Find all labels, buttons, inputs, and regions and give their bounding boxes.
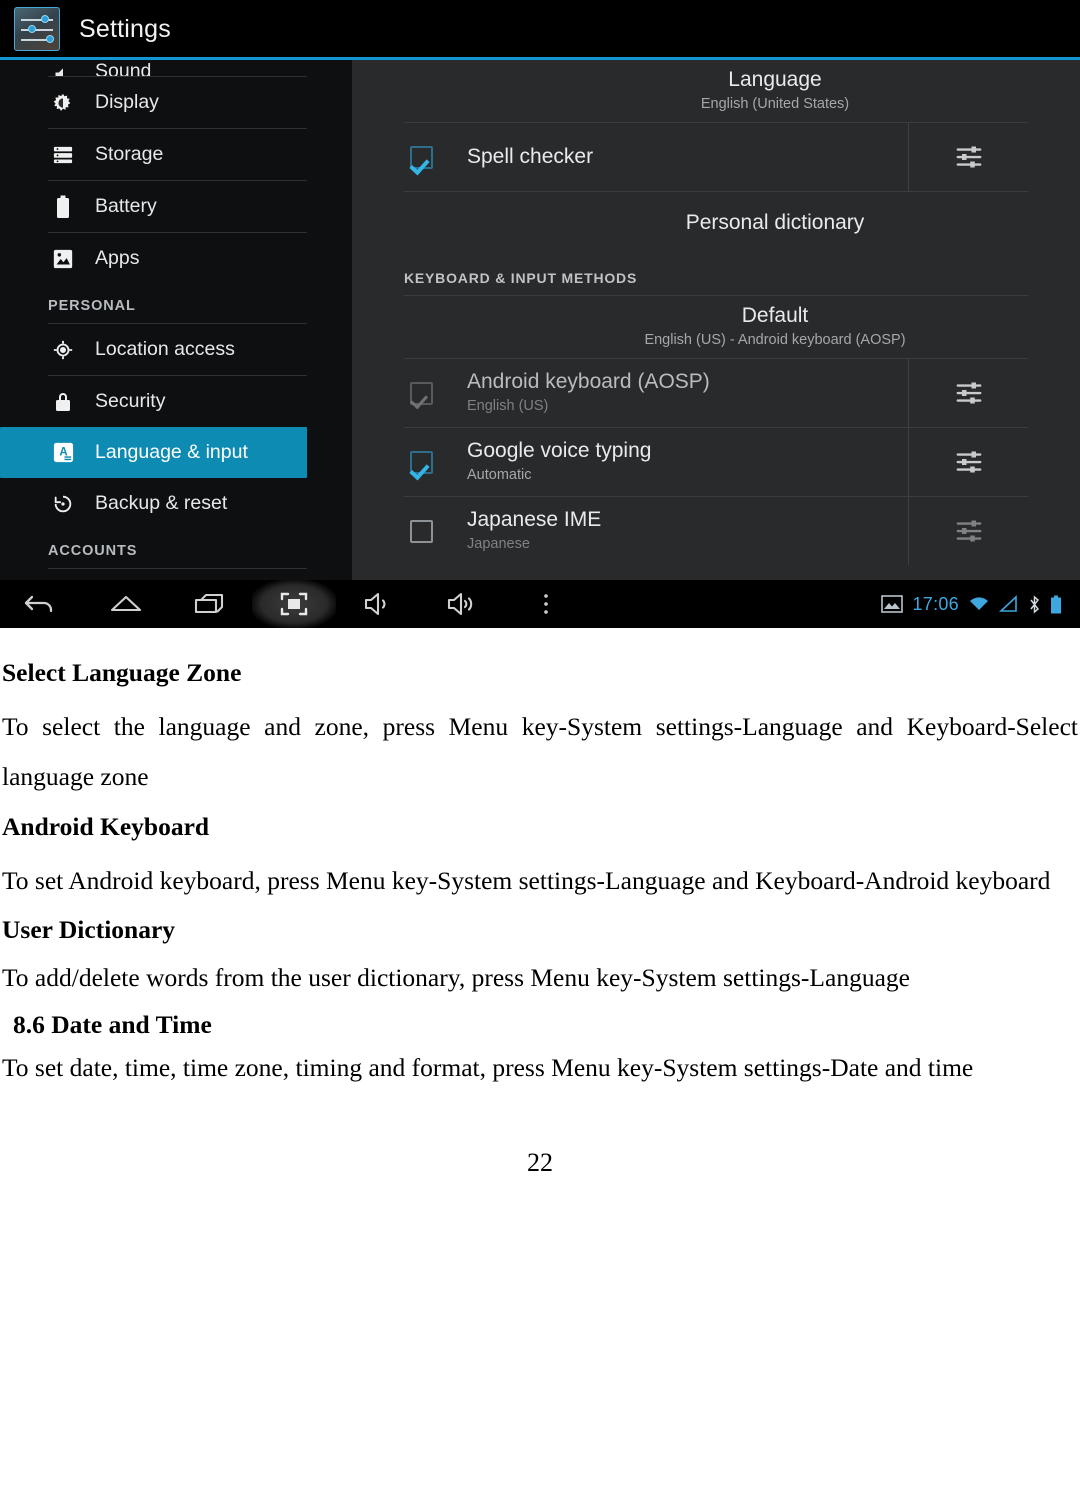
recents-icon[interactable]	[168, 580, 252, 628]
app-title: Settings	[79, 14, 171, 43]
language-and-input-panel: Language English (United States) Spell c…	[352, 60, 1080, 580]
google-voice-typing-checkbox[interactable]	[410, 450, 433, 474]
japanese-ime-checkbox[interactable]	[410, 519, 433, 543]
row-subtitle: Automatic	[467, 467, 532, 484]
storage-icon	[48, 140, 78, 170]
row-title: Android keyboard (AOSP)	[467, 370, 710, 394]
sidebar-item-label: Backup & reset	[95, 492, 228, 514]
row-language[interactable]: Language English (United States)	[352, 60, 1080, 122]
clock: 17:06	[912, 593, 959, 614]
battery-icon	[48, 192, 78, 222]
app-title-bar: Settings	[0, 0, 1080, 58]
row-subtitle: English (US)	[467, 398, 549, 415]
backup-icon	[48, 489, 78, 519]
sidebar-section-accounts: ACCOUNTS	[48, 543, 138, 559]
row-personal-dictionary[interactable]: Personal dictionary	[352, 192, 1080, 254]
row-title: Japanese IME	[467, 508, 602, 532]
row-title: Personal dictionary	[685, 211, 865, 235]
wifi-icon	[970, 597, 988, 610]
sidebar-item-label: Sound	[95, 60, 152, 76]
section-keyboard-and-input-methods: KEYBOARD & INPUT METHODS	[404, 270, 638, 286]
row-subtitle: Japanese	[467, 536, 530, 553]
numbered-section-heading: 8.6 Date and Time	[13, 1010, 212, 1040]
equalizer-icon	[956, 451, 981, 473]
japanese-ime-settings-button[interactable]	[908, 497, 1028, 565]
sidebar-item-label: Language & input	[95, 441, 248, 463]
bluetooth-icon	[1030, 594, 1040, 614]
section-paragraph: To add/delete words from the user dictio…	[2, 963, 910, 993]
section-paragraph: To select the language and zone, press M…	[2, 712, 1078, 791]
section-heading: User Dictionary	[2, 915, 176, 945]
manual-body: Select Language Zone To select the langu…	[0, 628, 1080, 1178]
screenshot-icon[interactable]	[252, 580, 336, 628]
settings-sliders-icon	[14, 7, 60, 51]
language-icon: A	[48, 438, 78, 468]
lock-icon	[48, 387, 78, 417]
sidebar-item-battery[interactable]: Battery	[0, 181, 352, 232]
android-settings-screenshot: Settings Sound Display Storage Battery A…	[0, 0, 1080, 628]
row-title: Language	[728, 68, 822, 92]
android-navigation-bar[interactable]: 17:06	[0, 580, 1080, 628]
location-icon	[48, 335, 78, 365]
row-subtitle: English (US) - Android keyboard (AOSP)	[644, 332, 906, 349]
spell-checker-checkbox[interactable]	[410, 145, 433, 169]
sidebar-item-label: Storage	[95, 143, 164, 165]
divider	[48, 568, 307, 569]
sidebar-item-apps[interactable]: Apps	[0, 233, 352, 284]
back-icon[interactable]	[0, 580, 84, 628]
row-google-voice-typing[interactable]: Google voice typing Automatic	[352, 428, 1080, 496]
row-spell-checker[interactable]: Spell checker	[352, 123, 1080, 191]
image-icon	[881, 595, 904, 613]
page-number: 22	[527, 1148, 553, 1178]
sidebar-item-language-and-input[interactable]: A Language & input	[0, 427, 307, 478]
row-title: Spell checker	[467, 145, 594, 169]
sidebar-item-sound[interactable]: Sound	[0, 60, 352, 76]
section-heading: Select Language Zone	[2, 658, 242, 687]
section-heading: Android Keyboard	[2, 811, 210, 841]
sidebar-item-storage[interactable]: Storage	[0, 129, 352, 180]
signal-icon	[999, 595, 1017, 612]
volume-down-icon[interactable]	[336, 580, 420, 628]
section-paragraph: To set Android keyboard, press Menu key-…	[2, 865, 1051, 895]
sidebar-item-location-access[interactable]: Location access	[0, 324, 352, 375]
sidebar-item-backup-and-reset[interactable]: Backup & reset	[0, 478, 352, 529]
row-default-keyboard[interactable]: Default English (US) - Android keyboard …	[352, 296, 1080, 358]
battery-icon	[1051, 595, 1061, 613]
status-area: 17:06	[881, 594, 1080, 615]
row-subtitle: English (United States)	[700, 96, 850, 113]
settings-sidebar[interactable]: Sound Display Storage Battery Apps PERSO…	[0, 60, 352, 580]
sidebar-item-label: Battery	[95, 195, 157, 217]
volume-up-icon[interactable]	[420, 580, 504, 628]
equalizer-icon	[956, 382, 981, 404]
sidebar-item-label: Location access	[95, 338, 235, 360]
sidebar-item-label: Display	[95, 91, 159, 113]
sidebar-section-personal: PERSONAL	[48, 298, 136, 314]
equalizer-icon	[956, 520, 981, 542]
overflow-menu-icon[interactable]	[504, 580, 588, 628]
sound-icon	[48, 60, 78, 76]
spell-checker-settings-button[interactable]	[908, 123, 1028, 191]
sidebar-item-display[interactable]: Display	[0, 77, 352, 128]
sidebar-item-security[interactable]: Security	[0, 376, 352, 427]
row-title: Default	[741, 304, 809, 328]
row-title: Google voice typing	[467, 439, 652, 463]
sidebar-item-label: Apps	[95, 247, 140, 269]
android-keyboard-settings-button[interactable]	[908, 359, 1028, 427]
apps-icon	[48, 244, 78, 274]
sidebar-item-label: Security	[95, 390, 166, 412]
section-paragraph: To set date, time, time zone, timing and…	[2, 1052, 974, 1082]
android-keyboard-checkbox[interactable]	[410, 381, 433, 405]
row-android-keyboard-aosp[interactable]: Android keyboard (AOSP) English (US)	[352, 359, 1080, 427]
row-japanese-ime[interactable]: Japanese IME Japanese	[352, 497, 1080, 565]
equalizer-icon	[956, 146, 981, 168]
display-icon	[48, 88, 78, 118]
google-voice-typing-settings-button[interactable]	[908, 428, 1028, 496]
home-icon[interactable]	[84, 580, 168, 628]
